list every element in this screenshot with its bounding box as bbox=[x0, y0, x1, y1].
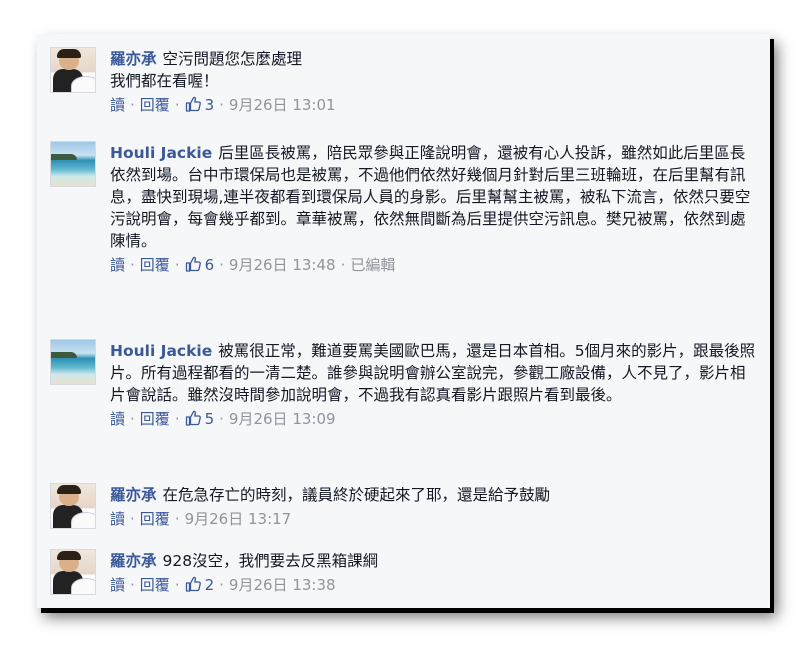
comment-text: Houli Jackie 后里區長被罵，陪民眾參與正隆說明會，還被有心人投訴，雖然… bbox=[110, 142, 756, 252]
edited-label[interactable]: 已編輯 bbox=[350, 256, 395, 274]
separator: · bbox=[219, 256, 224, 274]
separator: · bbox=[174, 256, 180, 274]
timestamp[interactable]: 9月26日 13:48 bbox=[229, 256, 336, 274]
read-link[interactable]: 讀 bbox=[110, 256, 125, 274]
comment-message: 在危急存亡的時刻，議員終於硬起來了耶，還是給予鼓勵 bbox=[162, 486, 551, 504]
separator: · bbox=[174, 510, 180, 528]
reply-link[interactable]: 回覆 bbox=[140, 96, 170, 114]
comment-text: 羅亦承 在危急存亡的時刻，議員終於硬起來了耶，還是給予鼓勵 bbox=[110, 484, 756, 506]
thumbs-up-icon[interactable] bbox=[185, 96, 201, 112]
comment-actions: 讀 · 回覆 · 3 · 9月26日 13:01 bbox=[110, 94, 756, 116]
like-count[interactable]: 2 bbox=[205, 576, 215, 594]
separator: · bbox=[130, 410, 135, 428]
like-count[interactable]: 5 bbox=[205, 410, 215, 428]
comment-author[interactable]: 羅亦承 bbox=[110, 50, 157, 68]
separator: · bbox=[130, 256, 135, 274]
reply-link[interactable]: 回覆 bbox=[140, 510, 170, 528]
reply-link[interactable]: 回覆 bbox=[140, 576, 170, 594]
comment-author[interactable]: Houli Jackie bbox=[110, 144, 212, 162]
comment-actions: 讀 · 回覆 · 5 · 9月26日 13:09 bbox=[110, 408, 756, 430]
avatar[interactable] bbox=[50, 47, 96, 93]
comment-author[interactable]: 羅亦承 bbox=[110, 552, 157, 570]
thumbs-up-icon[interactable] bbox=[185, 256, 201, 272]
timestamp[interactable]: 9月26日 13:38 bbox=[229, 576, 336, 594]
avatar[interactable] bbox=[50, 141, 96, 187]
separator: · bbox=[174, 410, 180, 428]
comment-author[interactable]: Houli Jackie bbox=[110, 342, 212, 360]
read-link[interactable]: 讀 bbox=[110, 96, 125, 114]
separator: · bbox=[130, 510, 135, 528]
read-link[interactable]: 讀 bbox=[110, 510, 125, 528]
reply-link[interactable]: 回覆 bbox=[140, 410, 170, 428]
avatar[interactable] bbox=[50, 483, 96, 529]
separator: · bbox=[219, 576, 224, 594]
comment-actions: 讀 · 回覆 · 6 · 9月26日 13:48 · 已編輯 bbox=[110, 254, 756, 276]
timestamp[interactable]: 9月26日 13:01 bbox=[229, 96, 336, 114]
reply-link[interactable]: 回覆 bbox=[140, 256, 170, 274]
separator: · bbox=[174, 96, 180, 114]
comment-message: 928沒空，我們要去反黑箱課綱 bbox=[162, 552, 379, 570]
like-count[interactable]: 3 bbox=[205, 96, 215, 114]
comment-text: Houli Jackie 被罵很正常，難道要罵美國歐巴馬，還是日本首相。5個月來的… bbox=[110, 340, 756, 406]
avatar[interactable] bbox=[50, 339, 96, 385]
separator: · bbox=[130, 576, 135, 594]
comment-author[interactable]: 羅亦承 bbox=[110, 486, 157, 504]
comment-text: 羅亦承 空污問題您怎麼處理 我們都在看喔！ bbox=[110, 48, 756, 92]
separator: · bbox=[174, 576, 180, 594]
timestamp[interactable]: 9月26日 13:17 bbox=[185, 510, 292, 528]
read-link[interactable]: 讀 bbox=[110, 410, 125, 428]
timestamp[interactable]: 9月26日 13:09 bbox=[229, 410, 336, 428]
separator: · bbox=[340, 256, 346, 274]
read-link[interactable]: 讀 bbox=[110, 576, 125, 594]
separator: · bbox=[219, 410, 224, 428]
separator: · bbox=[130, 96, 135, 114]
avatar[interactable] bbox=[50, 549, 96, 595]
comment-actions: 讀 · 回覆 · 9月26日 13:17 bbox=[110, 508, 756, 530]
like-count[interactable]: 6 bbox=[205, 256, 215, 274]
comment-actions: 讀 · 回覆 · 2 · 9月26日 13:38 bbox=[110, 574, 756, 596]
comment-text: 羅亦承 928沒空，我們要去反黑箱課綱 bbox=[110, 550, 756, 572]
separator: · bbox=[219, 96, 224, 114]
comments-panel: 羅亦承 空污問題您怎麼處理 我們都在看喔！ 讀 · 回覆 · 3 · 9月26日 13:01 … bbox=[37, 34, 770, 608]
thumbs-up-icon[interactable] bbox=[185, 410, 201, 426]
thumbs-up-icon[interactable] bbox=[185, 576, 201, 592]
